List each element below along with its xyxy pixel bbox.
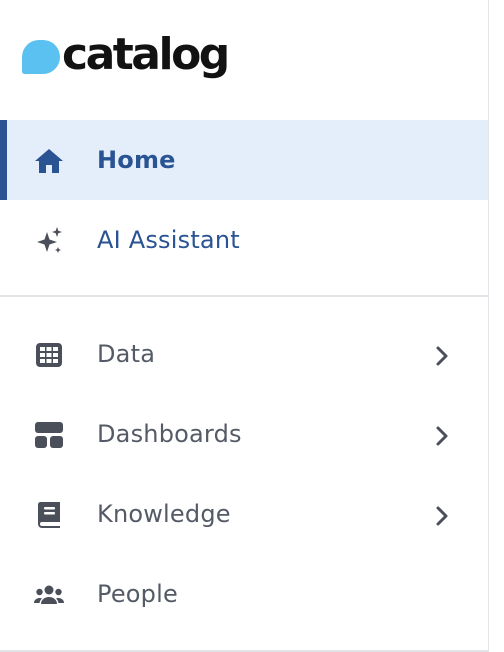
nav-item-label: Data <box>97 340 156 368</box>
catalog-logo[interactable]: catalog <box>22 29 230 82</box>
nav-item-label: Dashboards <box>97 420 242 448</box>
logo-bubble-icon <box>22 40 60 74</box>
nav-item-people[interactable]: People <box>0 554 488 634</box>
nav-item-knowledge[interactable]: Knowledge <box>0 474 488 554</box>
nav-item-home[interactable]: Home <box>0 120 488 200</box>
chevron-right-icon[interactable] <box>434 504 452 528</box>
nav-item-label: Home <box>97 146 176 174</box>
chevron-right-icon[interactable] <box>434 424 452 448</box>
table-grid-icon <box>34 342 64 368</box>
nav-item-data[interactable]: Data <box>0 314 488 394</box>
chevron-right-icon[interactable] <box>434 344 452 368</box>
home-icon <box>34 148 64 174</box>
nav-item-label: People <box>97 580 178 608</box>
sidebar-nav: catalog Home AI Assistant Data Dashboard… <box>0 0 489 652</box>
book-icon <box>34 502 64 528</box>
people-icon <box>34 582 64 608</box>
nav-item-ai-assistant[interactable]: AI Assistant <box>0 200 488 280</box>
sparkle-icon <box>34 227 64 254</box>
nav-item-label: AI Assistant <box>97 226 240 254</box>
nav-item-dashboards[interactable]: Dashboards <box>0 394 488 474</box>
logo-text: catalog <box>62 29 230 80</box>
nav-item-label: Knowledge <box>97 500 231 528</box>
dashboard-icon <box>34 422 64 448</box>
nav-divider <box>0 295 488 297</box>
